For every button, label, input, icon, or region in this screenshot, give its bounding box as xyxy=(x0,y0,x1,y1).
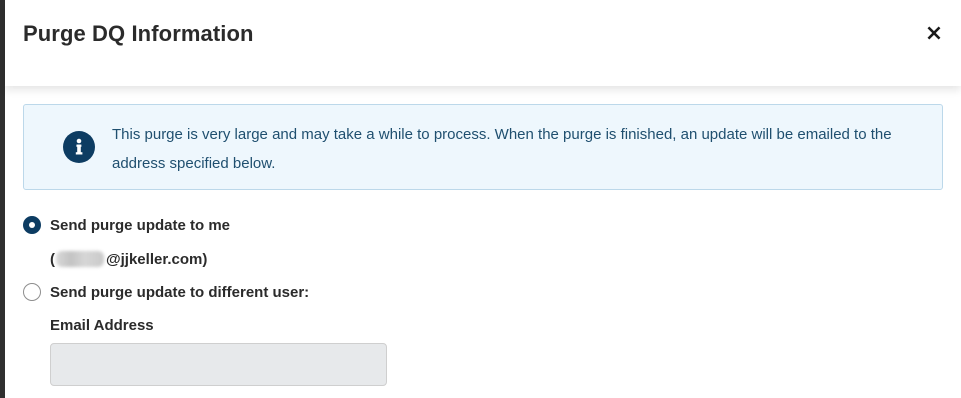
radio-send-to-me[interactable]: Send purge update to me xyxy=(23,214,943,236)
purge-update-options: Send purge update to me ( @jjkeller.com)… xyxy=(23,214,943,386)
purge-dq-modal: Purge DQ Information × This purge is ver… xyxy=(5,0,961,398)
email-domain: @jjkeller.com) xyxy=(106,250,208,268)
info-alert: This purge is very large and may take a … xyxy=(23,104,943,190)
radio-unselected-icon[interactable] xyxy=(23,283,41,301)
alert-message: This purge is very large and may take a … xyxy=(112,126,892,172)
redacted-username xyxy=(56,251,104,267)
radio-send-to-other-label: Send purge update to different user: xyxy=(50,283,310,301)
close-icon: × xyxy=(924,21,944,46)
info-icon xyxy=(63,131,95,163)
radio-send-to-other[interactable]: Send purge update to different user: xyxy=(23,281,943,303)
email-open-paren: ( xyxy=(50,250,55,268)
radio-send-to-me-label: Send purge update to me xyxy=(50,216,231,234)
current-user-email: ( @jjkeller.com) xyxy=(50,248,943,270)
modal-title: Purge DQ Information xyxy=(23,21,254,46)
email-address-input[interactable] xyxy=(50,343,387,386)
email-address-label: Email Address xyxy=(50,317,154,334)
close-button[interactable]: × xyxy=(921,20,947,48)
modal-header: Purge DQ Information × xyxy=(5,0,961,86)
modal-body: This purge is very large and may take a … xyxy=(5,86,961,386)
radio-selected-icon[interactable] xyxy=(23,216,41,234)
